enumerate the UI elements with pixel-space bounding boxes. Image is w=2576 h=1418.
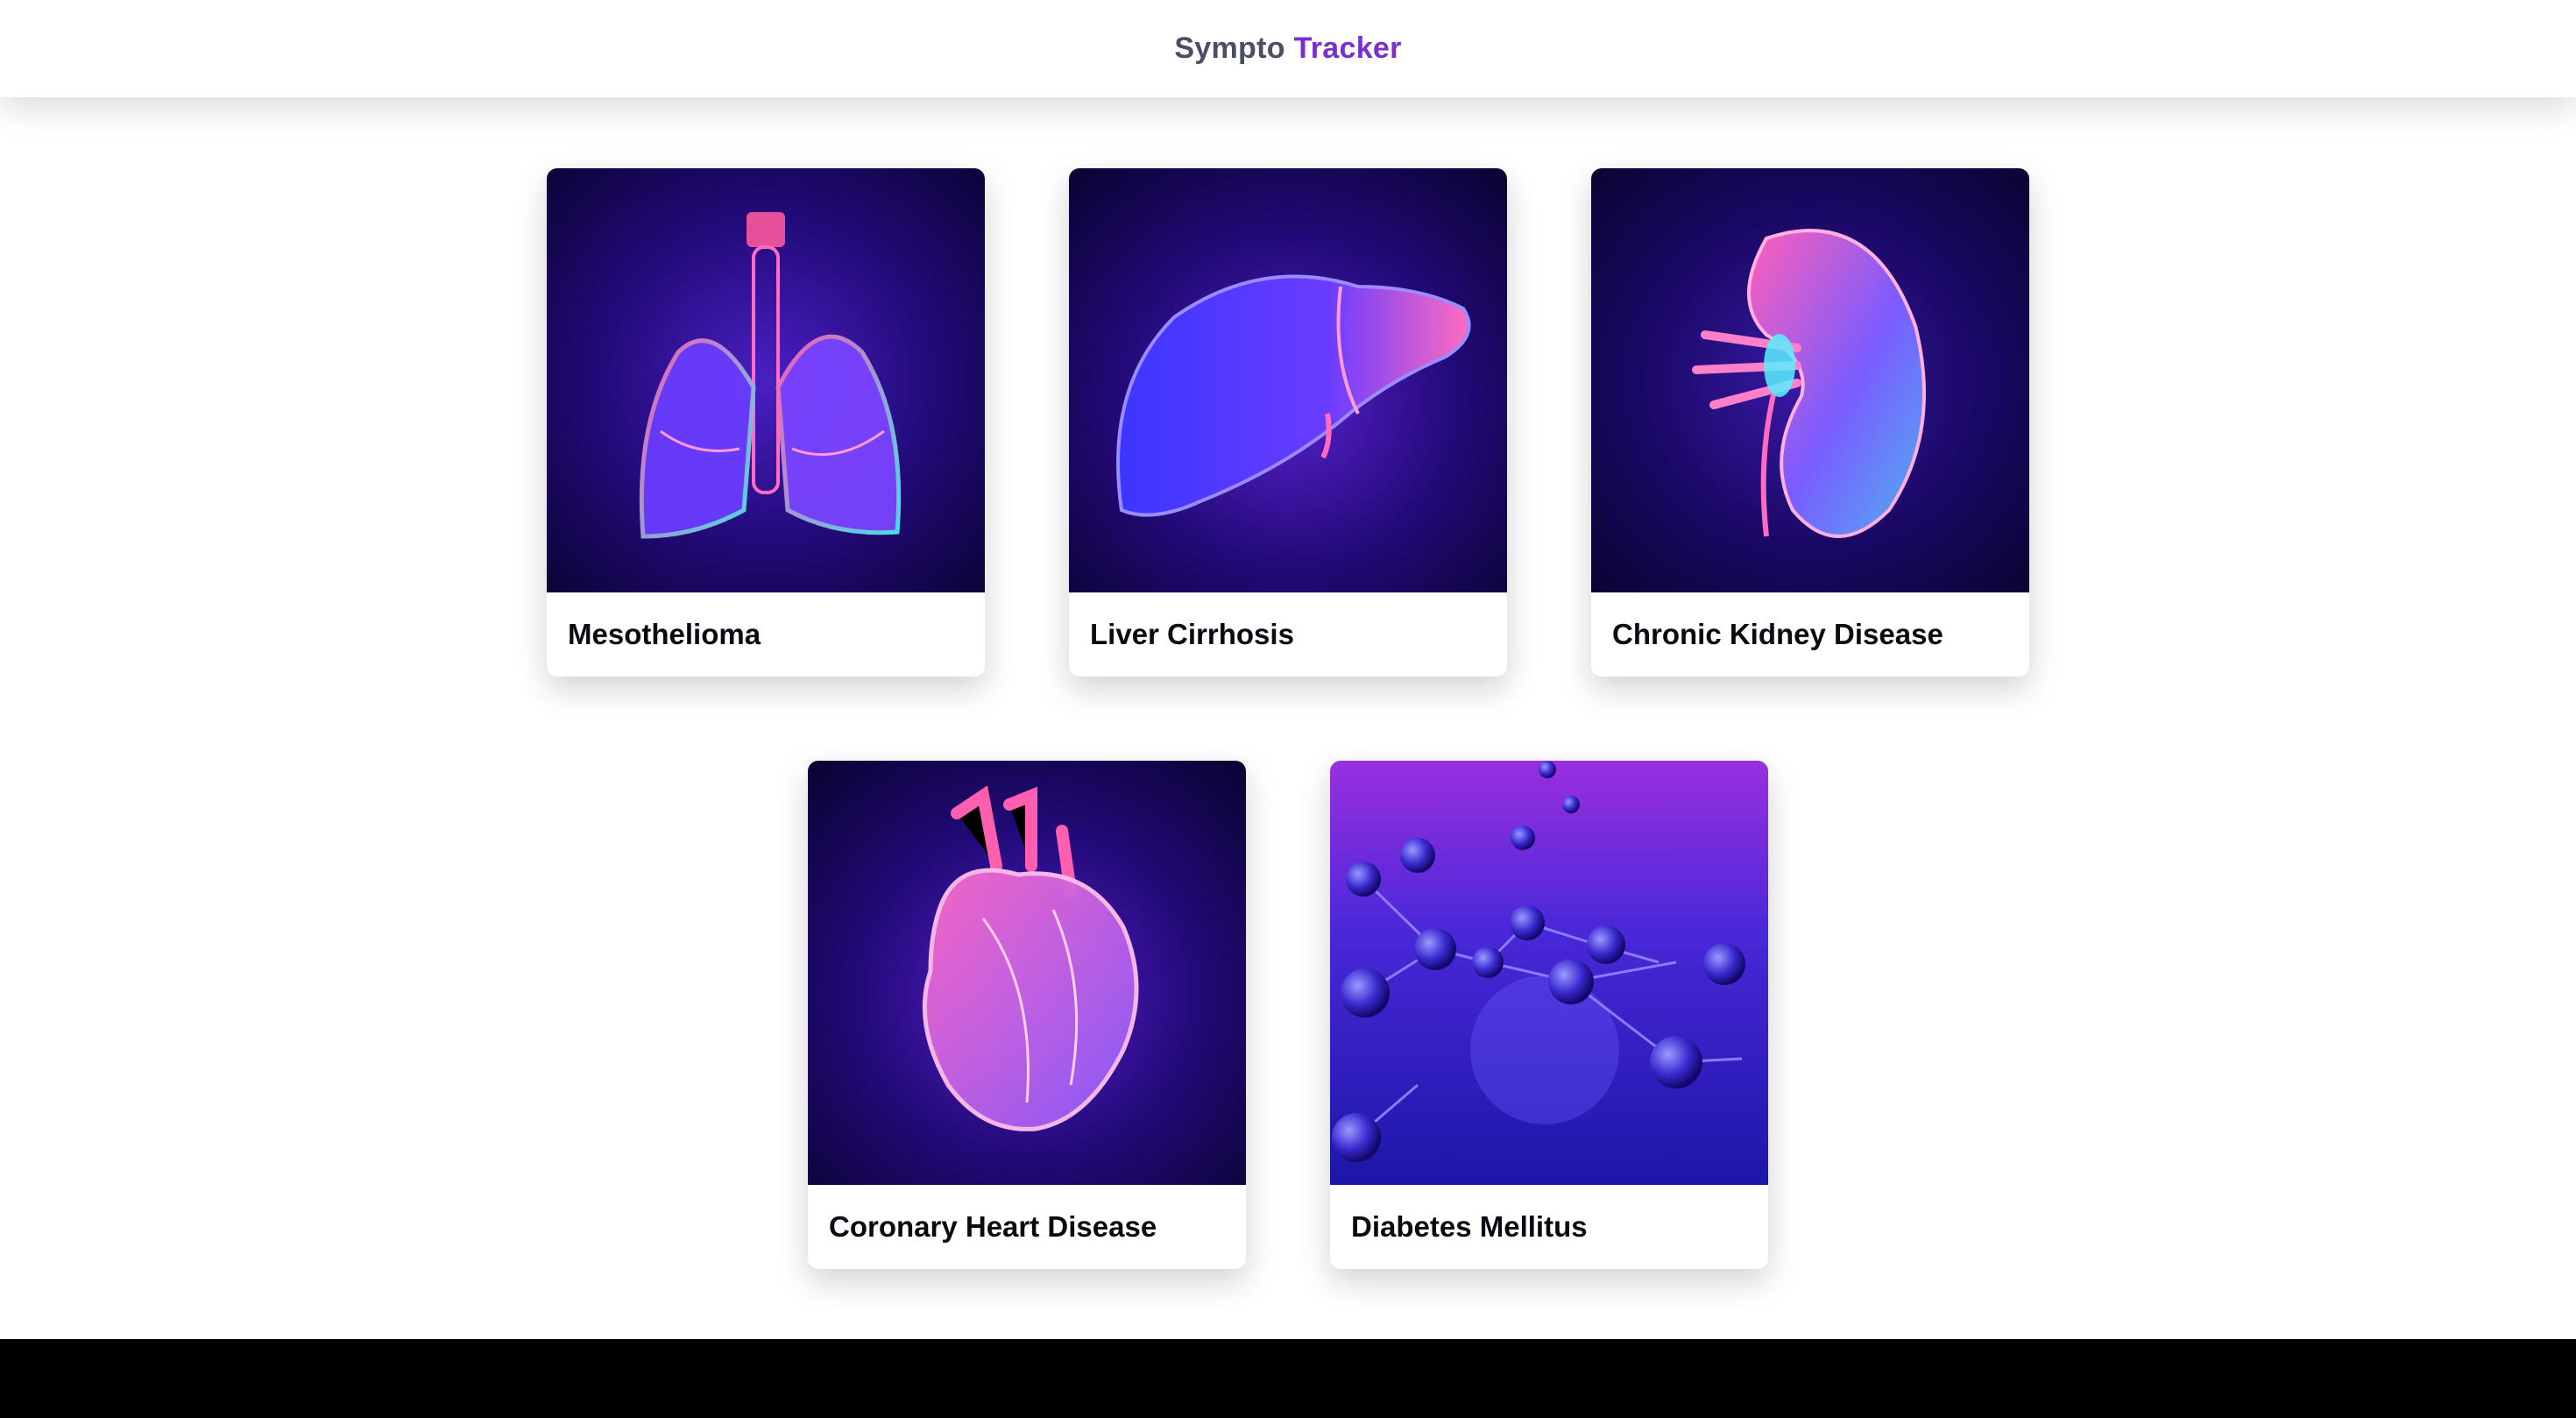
top-navbar: Sympto Tracker [0,0,2576,97]
disease-card-title: Mesothelioma [568,618,761,650]
disease-card-title: Coronary Heart Disease [829,1210,1157,1243]
app-logo[interactable]: Sympto Tracker [1174,32,1401,66]
disease-card-title: Chronic Kidney Disease [1612,618,1943,650]
disease-card-title: Diabetes Mellitus [1351,1210,1588,1243]
page-footer [0,1339,2576,1418]
disease-card-coronary-heart-disease[interactable]: Coronary Heart Disease [808,761,1246,1269]
disease-card-chronic-kidney-disease[interactable]: Chronic Kidney Disease [1591,168,2029,677]
disease-card-liver-cirrhosis[interactable]: Liver Cirrhosis [1069,168,1507,677]
lungs-illustration [547,168,985,592]
disease-card-diabetes-mellitus[interactable]: Diabetes Mellitus [1330,761,1768,1269]
disease-card-title: Liver Cirrhosis [1090,618,1294,650]
disease-card-mesothelioma[interactable]: Mesothelioma [547,168,985,677]
liver-illustration [1069,168,1507,592]
kidney-illustration [1591,168,2029,592]
heart-illustration [808,761,1246,1185]
molecules-illustration [1330,761,1768,1185]
